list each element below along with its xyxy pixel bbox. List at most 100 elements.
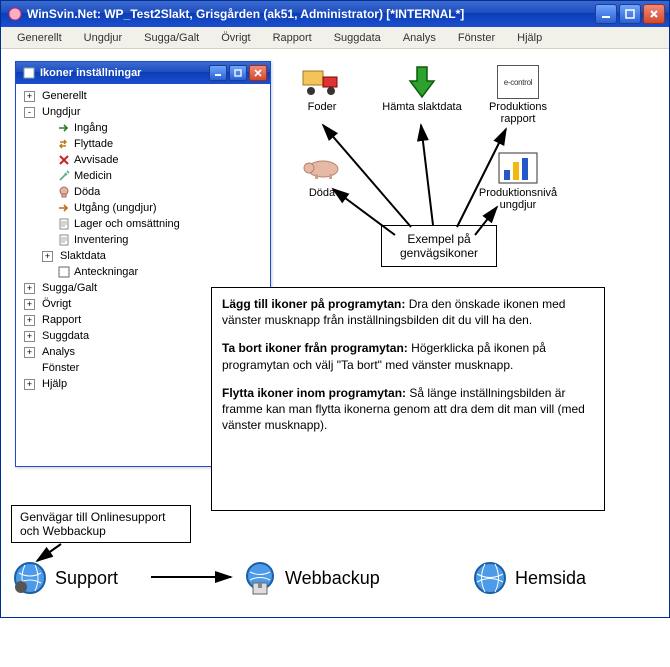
shortcut-prodrapport-l2: rapport <box>473 113 563 125</box>
tree-node-label: Slaktdata <box>60 248 106 264</box>
help-p2-bold: Ta bort ikoner från programytan: <box>222 341 408 355</box>
tree-node-label: Döda <box>74 184 100 200</box>
tree-node[interactable]: -Ungdjur <box>22 104 268 120</box>
tree-node-label: Fönster <box>42 360 79 376</box>
doc-icon <box>57 233 71 247</box>
tree-node-label: Analys <box>42 344 75 360</box>
menu-ovrigt[interactable]: Övrigt <box>211 29 260 47</box>
webbackup-globe-icon <box>241 559 279 597</box>
maximize-button[interactable] <box>619 4 641 24</box>
tree-node[interactable]: Medicin <box>22 168 268 184</box>
shortcut-produktionsniva[interactable]: Produktionsnivå ungdjur <box>463 151 573 211</box>
tree-node-label: Utgång (ungdjur) <box>74 200 157 216</box>
arrow-in-icon <box>57 121 71 135</box>
download-arrow-icon <box>401 65 443 99</box>
app-window: WinSvin.Net: WP_Test2Slakt, Grisgården (… <box>0 0 670 618</box>
shortcut-prodrapport-l1: Produktions <box>473 101 563 113</box>
syringe-icon <box>57 169 71 183</box>
doc-icon <box>57 217 71 231</box>
bottom-support[interactable]: Support <box>11 559 118 597</box>
tree-node-label: Medicin <box>74 168 112 184</box>
window-title: WinSvin.Net: WP_Test2Slakt, Grisgården (… <box>27 7 595 21</box>
menu-rapport[interactable]: Rapport <box>263 29 322 47</box>
tree-expander[interactable]: + <box>24 379 35 390</box>
reject-icon <box>57 153 71 167</box>
pig-icon <box>301 151 343 185</box>
menu-sugga-galt[interactable]: Sugga/Galt <box>134 29 209 47</box>
bottom-hemsida[interactable]: Hemsida <box>471 559 586 597</box>
bottom-webbackup-label: Webbackup <box>285 568 380 589</box>
tree-node-label: Ungdjur <box>42 104 81 120</box>
tree-node[interactable]: Utgång (ungdjur) <box>22 200 268 216</box>
icon-settings-title: Ikoner inställningar <box>40 67 209 79</box>
icon-settings-icon <box>22 66 36 80</box>
arrow-out-icon <box>57 201 71 215</box>
callout-online-l1: Genvägar till Onlinesupport <box>20 510 182 524</box>
tree-node[interactable]: + Slaktdata <box>22 248 268 264</box>
tree-node-label: Generellt <box>42 88 87 104</box>
icon-settings-maximize[interactable] <box>229 65 247 81</box>
tree-node[interactable]: Anteckningar <box>22 264 268 280</box>
tree-node-label: Suggdata <box>42 328 89 344</box>
help-p3-bold: Flytta ikoner inom programytan: <box>222 386 406 400</box>
tree-node[interactable]: Döda <box>22 184 268 200</box>
hemsida-globe-icon <box>471 559 509 597</box>
shortcut-prodniva-l1: Produktionsnivå <box>463 187 573 199</box>
support-globe-icon <box>11 559 49 597</box>
tree-node[interactable]: Avvisade <box>22 152 268 168</box>
shortcut-hamta-slaktdata[interactable]: Hämta slaktdata <box>377 65 467 113</box>
shortcut-produktionsrapport[interactable]: e-control Produktions rapport <box>473 65 563 125</box>
tree-expander[interactable]: + <box>42 251 53 262</box>
callout-online-support: Genvägar till Onlinesupport och Webbacku… <box>11 505 191 543</box>
titlebar: WinSvin.Net: WP_Test2Slakt, Grisgården (… <box>1 1 669 27</box>
tree-node-label: Flyttade <box>74 136 113 152</box>
callout-example: Exempel på genvägsikoner <box>381 225 497 267</box>
callout-online-l2: och Webbackup <box>20 524 182 538</box>
shortcut-doda[interactable]: Döda <box>277 151 367 199</box>
tree-expander[interactable]: + <box>24 315 35 326</box>
tree-node-label: Ingång <box>74 120 108 136</box>
tree-expander[interactable]: + <box>24 331 35 342</box>
help-p1-bold: Lägg till ikoner på programytan: <box>222 297 405 311</box>
tree-expander[interactable]: + <box>24 283 35 294</box>
icon-settings-minimize[interactable] <box>209 65 227 81</box>
tree-node-label: Sugga/Galt <box>42 280 97 296</box>
arrow-move-icon <box>57 137 71 151</box>
menu-fonster[interactable]: Fönster <box>448 29 505 47</box>
tree-node-label: Övrigt <box>42 296 71 312</box>
tree-expander[interactable]: + <box>24 299 35 310</box>
menu-suggdata[interactable]: Suggdata <box>324 29 391 47</box>
minimize-button[interactable] <box>595 4 617 24</box>
app-icon <box>7 6 23 22</box>
menu-analys[interactable]: Analys <box>393 29 446 47</box>
tree-node-label: Hjälp <box>42 376 67 392</box>
shortcut-foder-label: Foder <box>277 101 367 113</box>
shortcut-foder[interactable]: Foder <box>277 65 367 113</box>
shortcut-hamta-label: Hämta slaktdata <box>377 101 467 113</box>
bottom-webbackup[interactable]: Webbackup <box>241 559 380 597</box>
icon-settings-close[interactable] <box>249 65 267 81</box>
tree-node-label: Inventering <box>74 232 128 248</box>
tree-node[interactable]: + Generellt <box>22 88 268 104</box>
bar-chart-icon <box>497 151 539 185</box>
menu-hjalp[interactable]: Hjälp <box>507 29 552 47</box>
menu-ungdjur[interactable]: Ungdjur <box>74 29 133 47</box>
callout-example-l2: genvägsikoner <box>392 246 486 260</box>
tree-node[interactable]: Ingång <box>22 120 268 136</box>
tree-node-label: Anteckningar <box>74 264 138 280</box>
tree-expander[interactable]: + <box>24 347 35 358</box>
close-button[interactable] <box>643 4 665 24</box>
skull-icon <box>57 185 71 199</box>
tree-expander[interactable]: + <box>24 91 35 102</box>
bottom-hemsida-label: Hemsida <box>515 568 586 589</box>
tree-node[interactable]: Flyttade <box>22 136 268 152</box>
tree-node[interactable]: Inventering <box>22 232 268 248</box>
menubar: Generellt Ungdjur Sugga/Galt Övrigt Rapp… <box>1 27 669 49</box>
shortcut-prodniva-l2: ungdjur <box>463 199 573 211</box>
tree-expander[interactable]: - <box>24 107 35 118</box>
tree-node-label: Rapport <box>42 312 81 328</box>
tree-node-label: Lager och omsättning <box>74 216 180 232</box>
tree-node[interactable]: Lager och omsättning <box>22 216 268 232</box>
menu-generellt[interactable]: Generellt <box>7 29 72 47</box>
help-text-box: Lägg till ikoner på programytan: Dra den… <box>211 287 605 511</box>
